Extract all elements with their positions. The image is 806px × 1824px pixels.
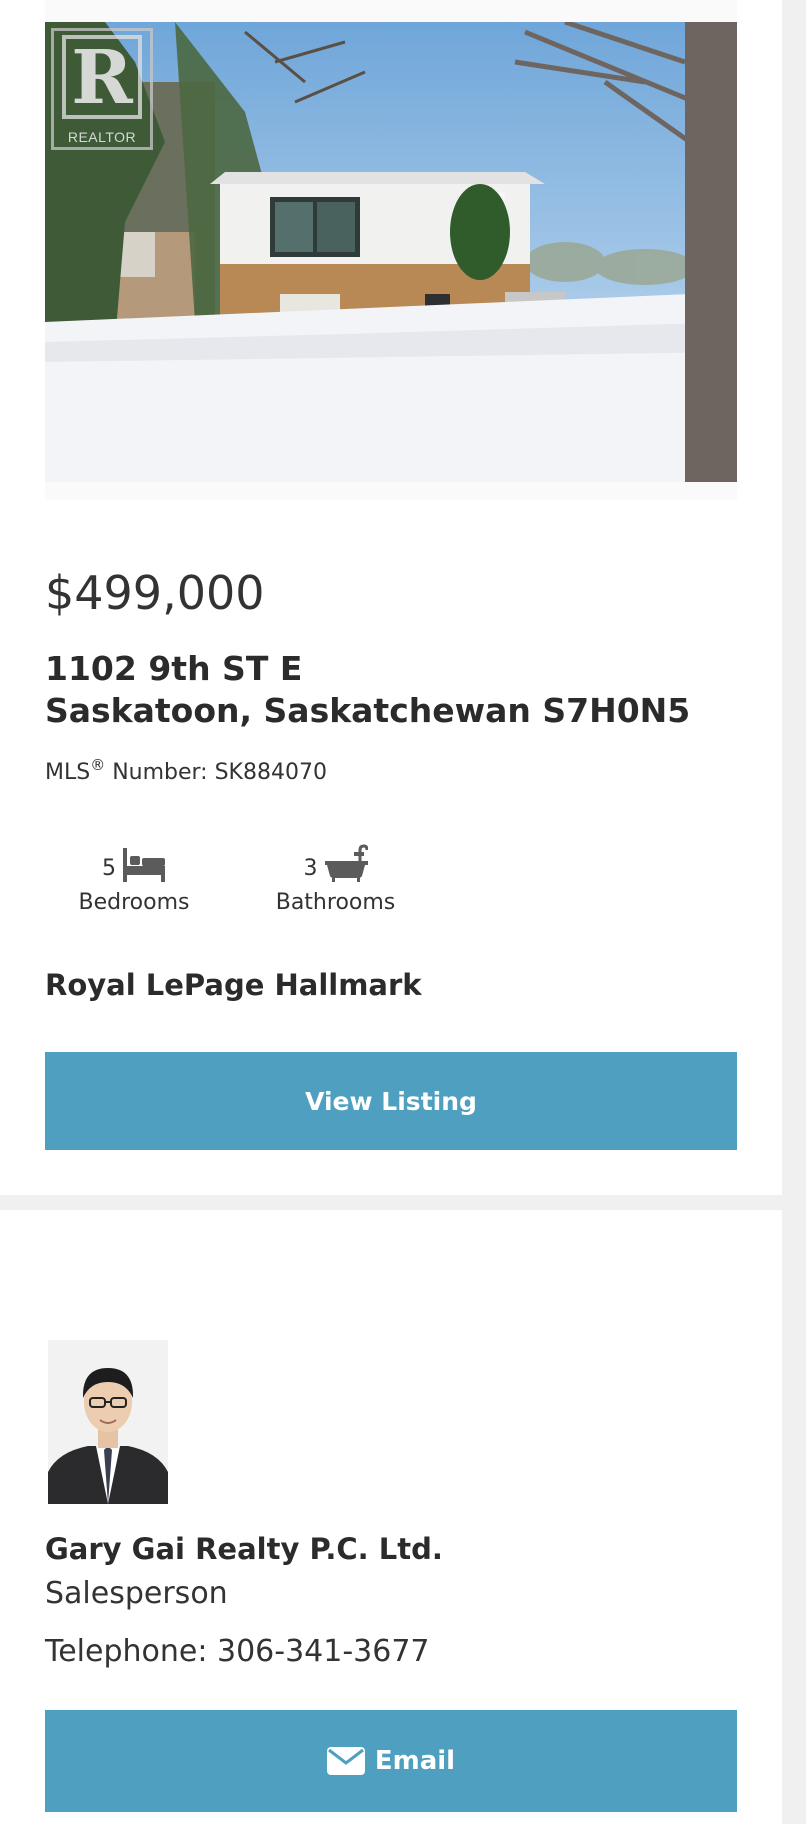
agent-avatar[interactable] xyxy=(48,1340,168,1504)
agent-role: Salesperson xyxy=(45,1576,228,1611)
view-listing-button[interactable]: View Listing xyxy=(45,1052,737,1150)
mls-prefix: MLS xyxy=(45,760,91,785)
listing-card: R REALTOR $499,000 1102 9th ST E Saskato… xyxy=(0,0,782,1195)
email-button-label: Email xyxy=(374,1746,456,1776)
agent-name: Gary Gai Realty P.C. Ltd. xyxy=(45,1532,443,1566)
email-agent-button[interactable]: Email xyxy=(45,1710,737,1812)
bathrooms-count: 3 xyxy=(303,856,318,881)
agent-portrait xyxy=(48,1340,168,1504)
mls-number-text: Number: SK884070 xyxy=(105,760,327,785)
address-line-2: Saskatoon, Saskatchewan S7H0N5 xyxy=(45,691,691,730)
address-line-1: 1102 9th ST E xyxy=(45,649,303,688)
bedrooms-count: 5 xyxy=(102,856,116,881)
listing-address: 1102 9th ST E Saskatoon, Saskatchewan S7… xyxy=(45,648,690,732)
listing-photo[interactable]: R REALTOR xyxy=(45,22,737,482)
listing-price: $499,000 xyxy=(45,566,265,620)
bathrooms-label: Bathrooms xyxy=(275,890,396,915)
bathrooms-feature: 3 Bathrooms xyxy=(268,838,403,915)
bathtub-icon xyxy=(324,844,368,882)
agent-card: Gary Gai Realty P.C. Ltd. Salesperson Te… xyxy=(0,1210,782,1824)
bedrooms-label: Bedrooms xyxy=(78,890,190,915)
mls-number: MLS® Number: SK884070 xyxy=(45,756,327,785)
bed-icon xyxy=(123,848,165,882)
agent-telephone[interactable]: Telephone: 306-341-3677 xyxy=(45,1634,430,1669)
envelope-icon xyxy=(326,1747,365,1775)
realtor-watermark: R REALTOR xyxy=(51,28,153,150)
brokerage-name: Royal LePage Hallmark xyxy=(45,968,422,1002)
listing-photo-frame: R REALTOR xyxy=(45,0,737,500)
bedrooms-feature: 5 Bedrooms xyxy=(68,838,200,915)
registered-mark: ® xyxy=(90,756,106,774)
